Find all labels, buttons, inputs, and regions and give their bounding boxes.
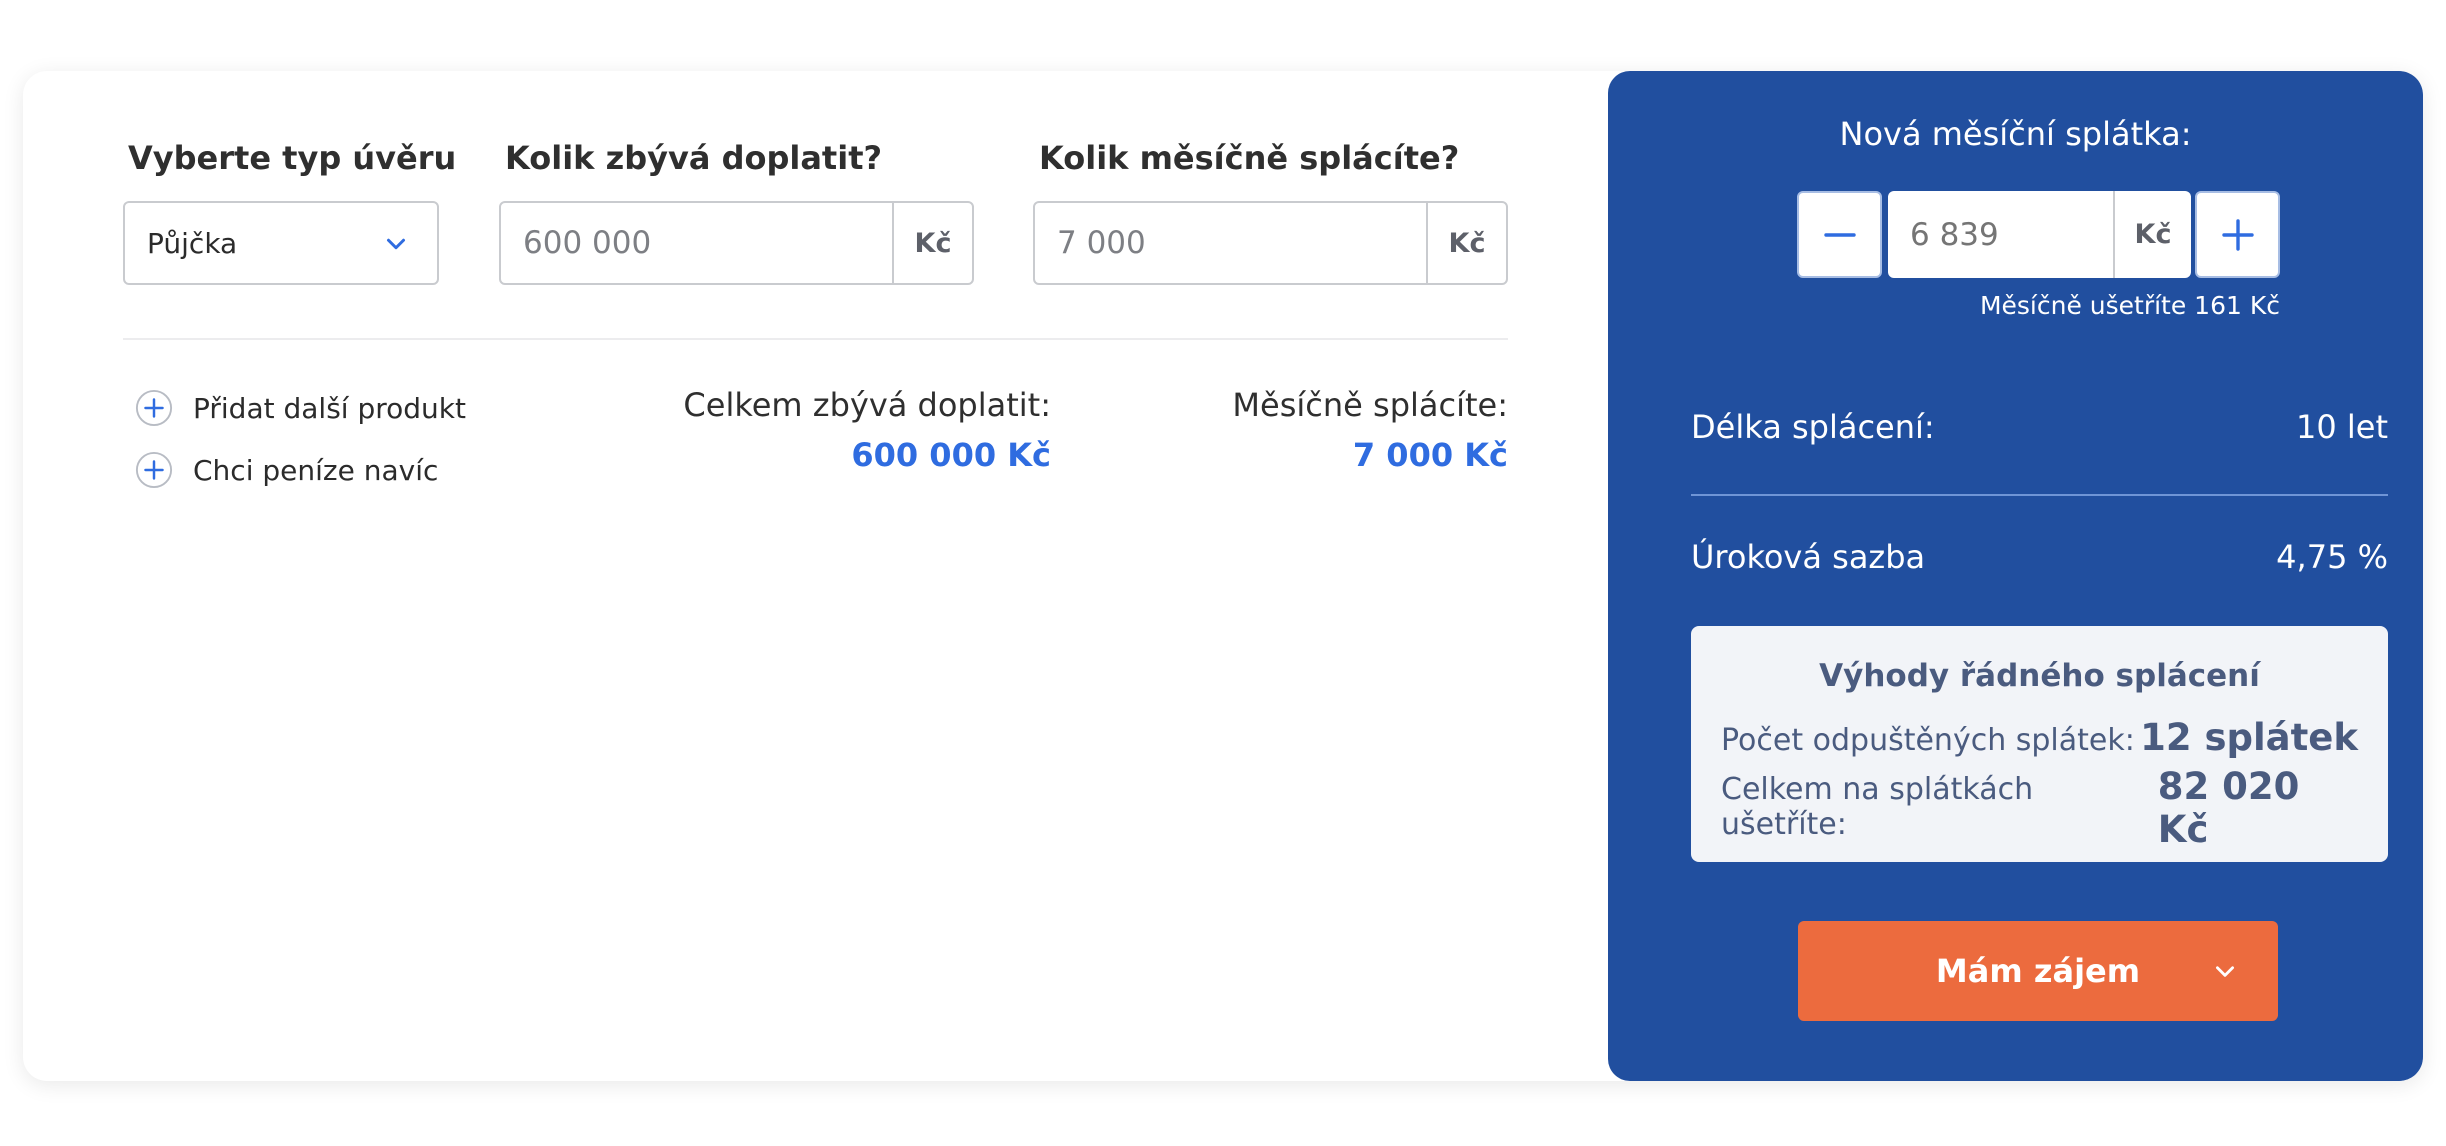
extra-money-link[interactable]: Chci peníze navíc bbox=[135, 451, 438, 489]
section-divider bbox=[123, 338, 1508, 340]
decrease-button[interactable] bbox=[1797, 191, 1882, 278]
add-product-label: Přidat další produkt bbox=[193, 391, 466, 425]
interest-cta-button[interactable]: Mám zájem bbox=[1798, 921, 2278, 1021]
new-payment-field: Kč bbox=[1888, 191, 2191, 278]
interest-rate-row: Úroková sazba 4,75 % bbox=[1691, 538, 2388, 576]
remaining-amount-field: Kč bbox=[499, 201, 974, 285]
interest-rate-label: Úroková sazba bbox=[1691, 538, 1926, 576]
duration-value: 10 let bbox=[2295, 408, 2388, 446]
extra-money-label: Chci peníze navíc bbox=[193, 453, 439, 487]
result-panel: Nová měsíční splátka: Kč Měsíčně ušetřít… bbox=[1608, 71, 2423, 1081]
cta-label: Mám zájem bbox=[1935, 952, 2141, 990]
increase-button[interactable] bbox=[2195, 191, 2280, 278]
total-remaining-summary: Celkem zbývá doplatit: 600 000 Kč bbox=[683, 386, 1051, 474]
remaining-amount-input[interactable] bbox=[501, 203, 892, 283]
plus-circle-icon bbox=[135, 389, 173, 427]
minus-icon bbox=[1823, 232, 1856, 237]
plus-circle-icon bbox=[135, 451, 173, 489]
loan-type-value: Půjčka bbox=[147, 226, 238, 260]
chevron-down-icon bbox=[387, 238, 405, 250]
total-savings-row: Celkem na splátkách ušetříte: 82 020 Kč bbox=[1721, 765, 2358, 851]
benefits-box: Výhody řádného splácení Počet odpuštěnýc… bbox=[1691, 626, 2388, 862]
monthly-summary-value: 7 000 Kč bbox=[1352, 436, 1508, 474]
loan-input-section: Vyberte typ úvěru Kolik zbývá doplatit? … bbox=[23, 71, 1608, 1081]
forgiven-payments-row: Počet odpuštěných splátek: 12 splátek bbox=[1721, 716, 2358, 759]
loan-type-label: Vyberte typ úvěru bbox=[128, 139, 457, 177]
total-savings-value: 82 020 Kč bbox=[2157, 765, 2300, 851]
duration-label: Délka splácení: bbox=[1691, 408, 1935, 446]
interest-rate-value: 4,75 % bbox=[2276, 538, 2388, 576]
total-remaining-label: Celkem zbývá doplatit: bbox=[683, 386, 1051, 424]
monthly-payment-input[interactable] bbox=[1035, 203, 1426, 283]
benefits-title: Výhody řádného splácení bbox=[1819, 658, 2260, 694]
plus-icon bbox=[2221, 218, 2254, 251]
remaining-currency-unit: Kč bbox=[892, 203, 972, 283]
total-savings-label: Celkem na splátkách ušetříte: bbox=[1721, 772, 2034, 842]
monthly-payment-field: Kč bbox=[1033, 201, 1508, 285]
add-product-link[interactable]: Přidat další produkt bbox=[135, 389, 466, 427]
forgiven-payments-label: Počet odpuštěných splátek: bbox=[1721, 723, 2135, 758]
chevron-down-icon bbox=[2216, 966, 2234, 977]
monthly-currency-unit: Kč bbox=[1426, 203, 1506, 283]
forgiven-payments-value: 12 splátek bbox=[2140, 716, 2358, 759]
monthly-payment-label: Kolik měsíčně splácíte? bbox=[1039, 139, 1460, 177]
monthly-summary-label: Měsíčně splácíte: bbox=[1232, 386, 1508, 424]
total-remaining-value: 600 000 Kč bbox=[851, 436, 1051, 474]
remaining-amount-label: Kolik zbývá doplatit? bbox=[505, 139, 883, 177]
info-divider bbox=[1691, 494, 2388, 496]
new-payment-currency-unit: Kč bbox=[2113, 191, 2191, 278]
calculator-card: Vyberte typ úvěru Kolik zbývá doplatit? … bbox=[23, 71, 2423, 1081]
new-payment-label: Nová měsíční splátka: bbox=[1839, 115, 2192, 153]
monthly-savings-note: Měsíčně ušetříte 161 Kč bbox=[1979, 291, 2280, 320]
duration-row: Délka splácení: 10 let bbox=[1691, 408, 2388, 446]
monthly-payment-summary: Měsíčně splácíte: 7 000 Kč bbox=[1232, 386, 1508, 474]
loan-type-select[interactable]: Půjčka bbox=[123, 201, 439, 285]
new-payment-input[interactable] bbox=[1888, 191, 2113, 278]
